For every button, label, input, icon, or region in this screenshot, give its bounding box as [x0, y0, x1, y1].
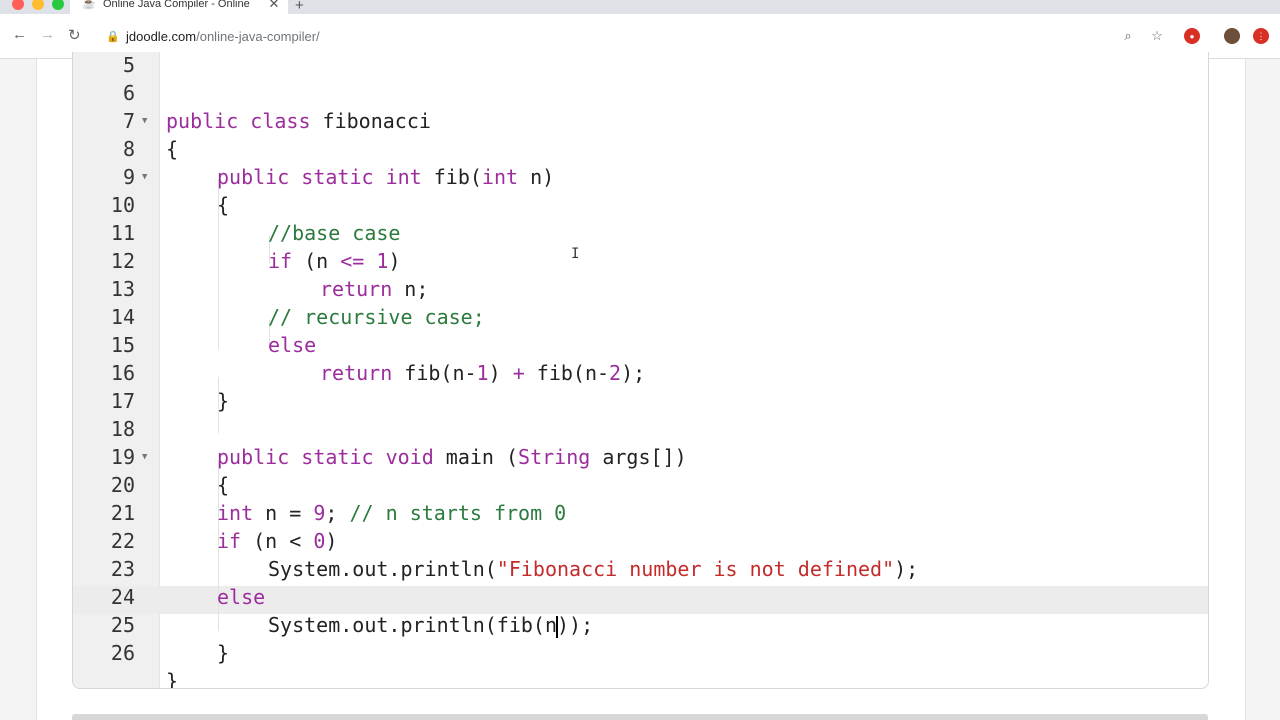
code-line-20: int n = 9; // n starts from 0: [73, 471, 1208, 525]
code-line-25: }: [73, 611, 1208, 665]
code-line-12: return n;: [73, 247, 1208, 301]
extension-icon[interactable]: ●: [1184, 28, 1200, 44]
code-line-6: public class fibonacci: [73, 79, 1208, 133]
new-tab-button[interactable]: +: [295, 0, 304, 14]
code-line-24: System.out.println(fib(n));: [73, 583, 1208, 638]
code-line-11: if (n <= 1): [73, 219, 1208, 273]
mouse-ibeam-cursor-icon: I: [571, 246, 580, 262]
code-line-18: public static void main (String args[]): [73, 415, 1208, 469]
maximize-window-button[interactable]: [52, 0, 64, 10]
code-line-22: System.out.println("Fibonacci number is …: [73, 527, 1208, 581]
back-button[interactable]: ←: [12, 26, 27, 43]
code-line-10: //base case: [73, 191, 1208, 245]
menu-icon[interactable]: ⋮: [1253, 28, 1269, 44]
output-panel-edge: [72, 714, 1208, 720]
reload-button[interactable]: ↻: [68, 26, 81, 44]
browser-tab-bar: ☕ Online Java Compiler - Online ✕ +: [0, 0, 1280, 14]
address-bar[interactable]: 🔒 jdoodle.com/online-java-compiler/: [98, 22, 1178, 50]
code-editor[interactable]: 5 6 7 ▼ 8 9 ▼ 10 11 12 13 14 15 16 17 18 19 ▼ 20 21 22 23 24 25…: [72, 52, 1209, 689]
code-line-14: else: [73, 303, 1208, 357]
url-path: /online-java-compiler/: [196, 28, 320, 44]
code-line-7: {: [73, 107, 1208, 161]
tab-title: Online Java Compiler - Online: [103, 0, 250, 10]
close-window-button[interactable]: [12, 0, 24, 10]
code-line-23: else: [73, 555, 1208, 609]
forward-button[interactable]: →: [40, 26, 55, 43]
code-line-8: public static int fib(int n): [73, 135, 1208, 189]
url-host: jdoodle.com: [126, 28, 197, 44]
jdoodle-favicon-icon: ☕: [82, 0, 96, 10]
code-line-19: {: [73, 443, 1208, 497]
minimize-window-button[interactable]: [32, 0, 44, 10]
code-line-9: {: [73, 163, 1208, 217]
code-line-21: if (n < 0): [73, 499, 1208, 553]
code-line-15: return fib(n-1) + fib(n-2);: [73, 331, 1208, 385]
profile-avatar-icon[interactable]: [1224, 28, 1240, 44]
lock-icon: 🔒: [106, 30, 120, 43]
code-line-13: // recursive case;: [73, 275, 1208, 329]
code-token: }: [166, 669, 179, 689]
browser-tab[interactable]: ☕ Online Java Compiler - Online ✕: [70, 0, 288, 14]
code-line-16: }: [73, 359, 1208, 413]
tab-close-icon[interactable]: ✕: [266, 0, 282, 12]
code-line-26: }: [73, 639, 1208, 688]
bookmark-star-icon[interactable]: ☆: [1149, 28, 1165, 44]
zoom-icon[interactable]: ⌕: [1120, 28, 1136, 44]
